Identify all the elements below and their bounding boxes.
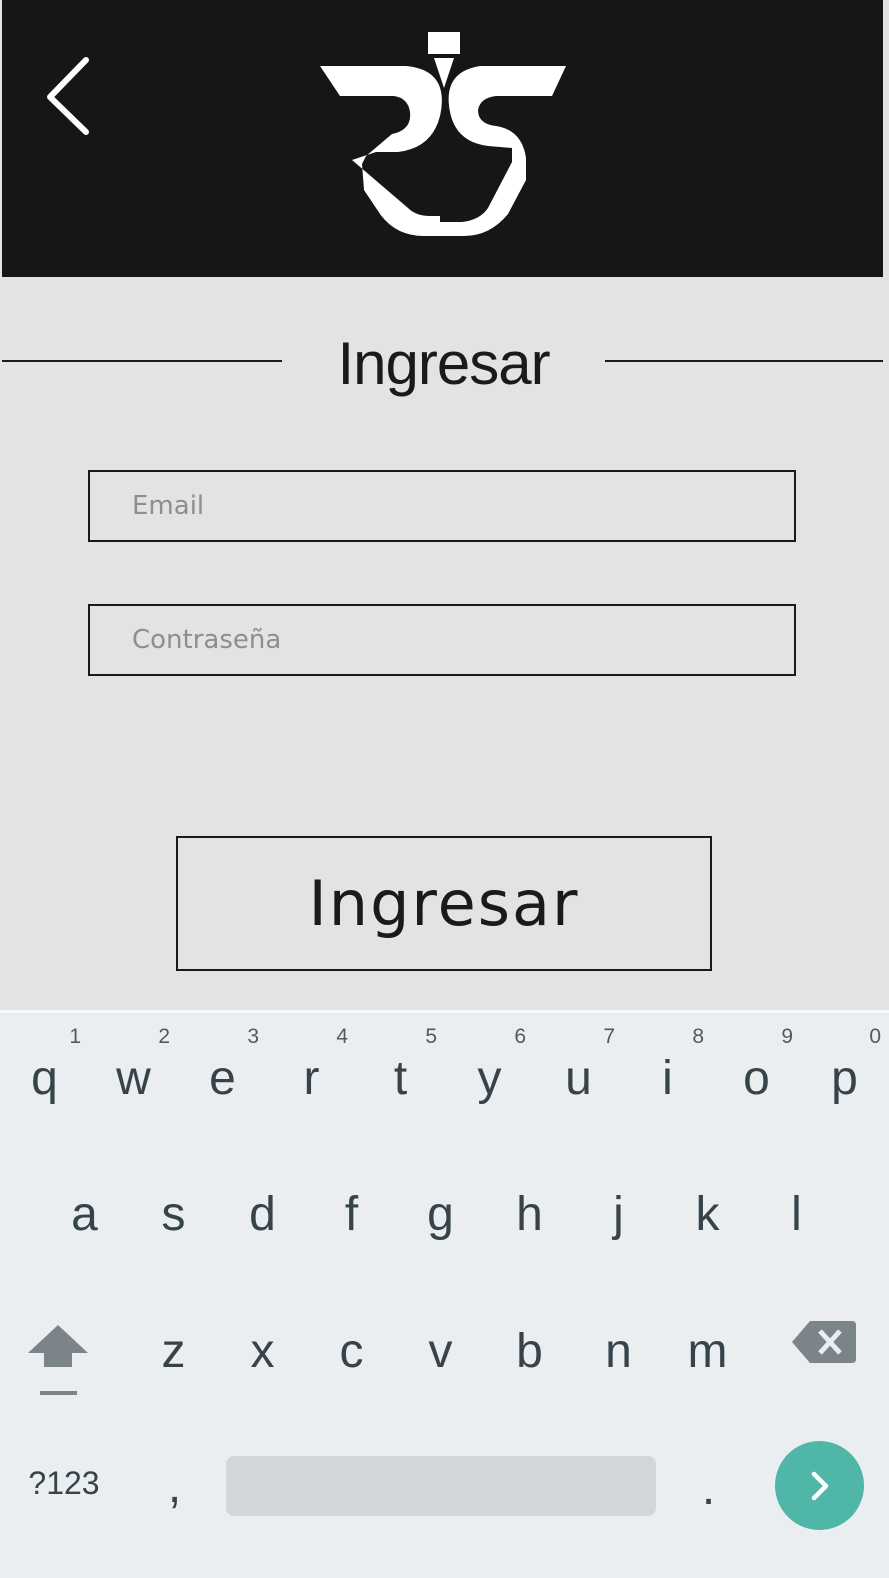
page-title: Ingresar — [337, 330, 550, 397]
key-label: o — [743, 1052, 770, 1105]
key-label: r — [303, 1052, 320, 1105]
key-c[interactable]: c — [307, 1298, 396, 1418]
key-label: v — [428, 1325, 453, 1378]
key-j[interactable]: j — [574, 1161, 663, 1281]
key-y[interactable]: 6y — [445, 1013, 534, 1133]
key-b[interactable]: b — [485, 1298, 574, 1418]
key-q[interactable]: 1q — [0, 1013, 89, 1133]
key-u[interactable]: 7u — [534, 1013, 623, 1133]
key-hint: 5 — [425, 1025, 437, 1048]
key-o[interactable]: 9o — [712, 1013, 801, 1133]
on-screen-keyboard: 1q 2w 3e 4r 5t 6y 7u 8i 9o 0p a s d f g … — [0, 1010, 889, 1578]
key-hint: 2 — [158, 1025, 170, 1048]
key-r[interactable]: 4r — [267, 1013, 356, 1133]
key-a[interactable]: a — [40, 1161, 129, 1281]
chevron-left-icon — [47, 57, 89, 135]
shift-arrow-icon — [28, 1325, 88, 1395]
key-d[interactable]: d — [218, 1161, 307, 1281]
key-hint: 1 — [69, 1025, 81, 1048]
key-label: y — [477, 1052, 502, 1105]
backspace-icon — [792, 1321, 856, 1363]
key-x[interactable]: x — [218, 1298, 307, 1418]
brand-logo — [312, 30, 574, 245]
title-divider-left — [2, 360, 282, 362]
key-f[interactable]: f — [307, 1161, 396, 1281]
key-hint: 6 — [514, 1025, 526, 1048]
password-field[interactable] — [90, 606, 794, 674]
title-divider-right — [605, 360, 883, 362]
spacebar[interactable] — [226, 1456, 656, 1516]
period-key[interactable]: . — [664, 1445, 753, 1525]
key-label: w — [116, 1052, 151, 1105]
key-label: m — [687, 1325, 728, 1378]
key-hint: 4 — [336, 1025, 348, 1048]
key-hint: 7 — [603, 1025, 615, 1048]
password-field-box — [88, 604, 796, 676]
key-n[interactable]: n — [574, 1298, 663, 1418]
key-label: j — [613, 1188, 624, 1241]
key-hint: 0 — [869, 1025, 881, 1048]
key-label: z — [161, 1325, 186, 1378]
key-label: p — [831, 1052, 858, 1105]
key-label: . — [701, 1462, 716, 1515]
key-label: k — [695, 1188, 720, 1241]
email-field[interactable] — [90, 472, 794, 540]
key-g[interactable]: g — [396, 1161, 485, 1281]
key-label: c — [339, 1325, 364, 1378]
enter-key[interactable] — [775, 1441, 864, 1530]
key-i[interactable]: 8i — [623, 1013, 712, 1133]
key-k[interactable]: k — [663, 1161, 752, 1281]
backspace-key[interactable] — [780, 1303, 869, 1423]
key-label: e — [209, 1052, 236, 1105]
key-label: t — [393, 1052, 408, 1105]
key-label: d — [249, 1188, 276, 1241]
key-label: a — [71, 1188, 98, 1241]
shift-key[interactable] — [14, 1303, 103, 1423]
key-p[interactable]: 0p — [800, 1013, 889, 1133]
back-button[interactable] — [40, 52, 100, 142]
symbols-key[interactable]: ?123 — [18, 1445, 110, 1525]
key-m[interactable]: m — [663, 1298, 752, 1418]
key-label: ?123 — [28, 1465, 100, 1501]
key-l[interactable]: l — [752, 1161, 841, 1281]
key-label: h — [516, 1188, 543, 1241]
key-e[interactable]: 3e — [178, 1013, 267, 1133]
key-w[interactable]: 2w — [89, 1013, 178, 1133]
key-label: i — [662, 1052, 673, 1105]
login-form: Ingresar Ingresar — [2, 277, 883, 1015]
key-h[interactable]: h — [485, 1161, 574, 1281]
login-button[interactable]: Ingresar — [176, 836, 712, 971]
key-z[interactable]: z — [129, 1298, 218, 1418]
key-label: l — [791, 1188, 802, 1241]
app-header — [2, 0, 883, 277]
key-hint: 3 — [247, 1025, 259, 1048]
email-field-box — [88, 470, 796, 542]
key-t[interactable]: 5t — [356, 1013, 445, 1133]
key-v[interactable]: v — [396, 1298, 485, 1418]
brand-logo-icon — [320, 32, 566, 236]
key-label: q — [31, 1052, 58, 1105]
key-label: x — [250, 1325, 275, 1378]
key-label: g — [427, 1188, 454, 1241]
key-label: u — [565, 1052, 592, 1105]
key-hint: 9 — [781, 1025, 793, 1048]
key-s[interactable]: s — [129, 1161, 218, 1281]
key-label: n — [605, 1325, 632, 1378]
key-label: b — [516, 1325, 543, 1378]
key-label: f — [344, 1188, 359, 1241]
key-label: s — [161, 1188, 186, 1241]
key-label: , — [167, 1460, 182, 1513]
comma-key[interactable]: , — [130, 1445, 219, 1525]
chevron-right-icon — [811, 1471, 828, 1500]
key-hint: 8 — [692, 1025, 704, 1048]
